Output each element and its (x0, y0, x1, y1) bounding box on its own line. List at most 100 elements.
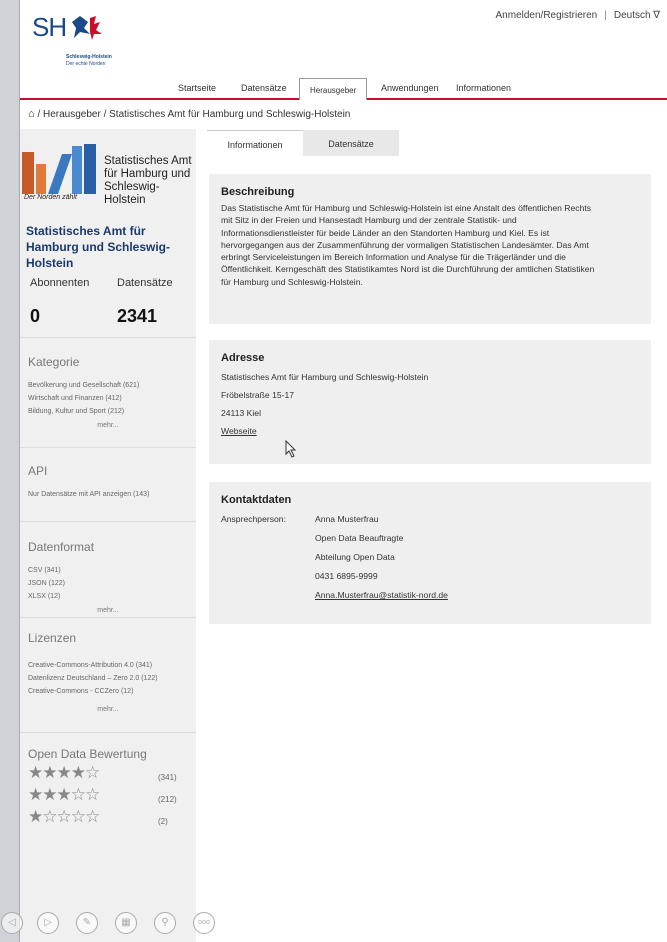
nav-datensaetze[interactable]: Datensätze (241, 83, 287, 93)
text-line: hervorgegangen aus der Zusammenführung d… (221, 239, 589, 250)
logo-letters: SH (32, 12, 67, 42)
org-logo-text-line: Statistisches Amt (104, 155, 192, 167)
star-rating-1: ★☆☆☆☆ (28, 807, 100, 826)
org-logo: Statistisches Amt für Hamburg und Schles… (20, 129, 196, 209)
filter-item[interactable]: Wirtschaft und Finanzen (412) (28, 392, 188, 405)
contact-phone: 0431 6895-9999 (315, 571, 378, 581)
nav-startseite[interactable]: Startseite (178, 83, 216, 93)
nav-anwendungen[interactable]: Anwendungen (381, 83, 439, 93)
filter-title: API (28, 464, 48, 478)
address-line: Fröbelstraße 15-17 (221, 390, 295, 400)
org-logo-text: Statistisches Amt für Hamburg und Schles… (104, 155, 196, 207)
breadcrumb: ⌂ / Herausgeber / Statistisches Amt für … (28, 108, 350, 120)
filter-item[interactable]: Creative-Commons-Attribution 4.0 (341) (28, 659, 188, 672)
zoom-icon[interactable]: ⚲ (154, 912, 176, 934)
rating-row[interactable]: ★☆☆☆☆ (2) (28, 807, 188, 829)
more-icon[interactable]: ooo (193, 912, 215, 934)
filter-kategorie: Kategorie Bevölkerung und Gesellschaft (… (20, 338, 196, 448)
org-logo-tagline: Der Norden zählt (24, 194, 77, 201)
address-line: 24113 Kiel (221, 408, 261, 418)
rating-count: (2) (158, 817, 168, 826)
rating-row[interactable]: ★★★☆☆ (212) (28, 785, 188, 807)
filter-title: Datenformat (28, 540, 95, 554)
contact-email-link[interactable]: Anna.Musterfrau@statistik-nord.de (315, 586, 448, 605)
back-icon[interactable]: ◁ (1, 912, 23, 934)
datasets-label: Datensätze (117, 277, 173, 289)
filter-title: Lizenzen (28, 631, 77, 645)
grid-icon[interactable]: ▦ (115, 912, 137, 934)
contact-department: Abteilung Open Data (315, 552, 395, 562)
language-select[interactable]: Deutsch ∇ (614, 10, 660, 21)
text-line: Informationsdienstleister für beide Länd… (221, 227, 550, 238)
filter-item[interactable]: JSON (122) (28, 577, 188, 590)
filter-item[interactable]: Bevölkerung und Gesellschaft (621) (28, 379, 188, 392)
nav-informationen[interactable]: Informationen (456, 83, 511, 93)
sidebar: Statistisches Amt für Hamburg und Schles… (20, 129, 196, 942)
org-logo-text-line: Schleswig-Holstein (104, 181, 160, 206)
description-text: Das Statistische Amt für Hamburg und Sch… (221, 202, 639, 288)
adresse-panel: Adresse Statistisches Amt für Hamburg un… (209, 340, 651, 464)
org-name: Statistisches Amt für Hamburg und Schles… (26, 224, 171, 270)
contact-label: Ansprechperson: (221, 514, 286, 524)
more-link[interactable]: mehr... (28, 607, 188, 614)
filter-lizenzen: Lizenzen Creative-Commons-Attribution 4.… (20, 618, 196, 733)
org-logo-text-line: für Hamburg und (104, 168, 191, 180)
website-link[interactable]: Webseite (221, 422, 639, 440)
kontakt-panel: Kontaktdaten Ansprechperson: Anna Muster… (209, 482, 651, 624)
contact-details: Anna Musterfrau Open Data Beauftragte Ab… (315, 510, 448, 605)
filter-rating: Open Data Bewertung ★★★★☆ (341) ★★★☆☆ (2… (20, 733, 196, 837)
contact-name: Anna Musterfrau (315, 514, 379, 524)
section-title: Kontaktdaten (221, 494, 292, 506)
beschreibung-panel: Beschreibung Das Statistische Amt für Ha… (209, 174, 651, 324)
forward-icon[interactable]: ▷ (37, 912, 59, 934)
filter-item[interactable]: Datenlizenz Deutschland – Zero 2.0 (122) (28, 672, 188, 685)
rating-count: (341) (158, 773, 177, 782)
top-links: Anmelden/Registrieren | Deutsch ∇ (496, 10, 660, 21)
home-icon[interactable]: ⌂ (28, 108, 35, 120)
text-line: mit Sitz in der Freien und Hansestadt Ha… (221, 215, 517, 226)
filter-datenformat: Datenformat CSV (341) JSON (122) XLSX (1… (20, 522, 196, 618)
main-nav: Startseite Datensätze Herausgeber Anwend… (20, 78, 667, 100)
section-title: Adresse (221, 352, 265, 364)
crest-icon (72, 16, 102, 40)
logo-line1: Schleswig-Holstein (66, 54, 112, 60)
browser-page: SH Schleswig-Holstein Der echte Norden A… (19, 0, 667, 942)
rating-row[interactable]: ★★★★☆ (341) (28, 763, 188, 785)
org-stats: Abonnenten Datensätze 0 2341 (20, 264, 196, 338)
mouse-cursor-icon (285, 440, 297, 458)
filter-title: Kategorie (28, 355, 80, 369)
section-title: Beschreibung (221, 186, 295, 198)
logo-line2: Der echte Norden (66, 61, 106, 67)
more-link[interactable]: mehr... (28, 422, 188, 429)
tab-informationen[interactable]: Informationen (207, 130, 303, 156)
more-link[interactable]: mehr... (28, 706, 188, 713)
address-line: Statistisches Amt für Hamburg und Schles… (221, 372, 429, 382)
text-line: Das Statistische Amt für Hamburg und Sch… (221, 203, 592, 213)
sh-logo[interactable]: SH Schleswig-Holstein Der echte Norden (32, 10, 192, 70)
subscribers-count: 0 (30, 306, 41, 326)
pen-icon[interactable]: ✎ (76, 912, 98, 934)
filter-item[interactable]: XLSX (12) (28, 590, 188, 603)
login-link[interactable]: Anmelden/Registrieren (496, 10, 598, 21)
text-line: erbringt Serviceleistungen im Bereich In… (221, 252, 566, 263)
org-logo-graphic (22, 144, 96, 194)
filter-api: API Nur Datensätze mit API anzeigen (143… (20, 448, 196, 522)
contact-role: Open Data Beauftragte (315, 533, 404, 543)
link-separator: | (604, 10, 607, 21)
tab-datensaetze[interactable]: Datensätze (303, 130, 399, 156)
filter-title: Open Data Bewertung (28, 747, 147, 761)
text-line: für Hamburg und Schleswig-Holstein. (221, 276, 363, 287)
filter-item[interactable]: Bildung, Kultur und Sport (212) (28, 405, 188, 418)
filter-item[interactable]: CSV (341) (28, 564, 188, 577)
breadcrumb-text[interactable]: / Herausgeber / Statistisches Amt für Ha… (37, 109, 350, 120)
text-line: Öffentlichkeit. Kerngeschäft des Statist… (221, 264, 595, 275)
filter-item[interactable]: Creative-Commons - CCZero (12) (28, 685, 188, 698)
filter-item[interactable]: Nur Datensätze mit API anzeigen (143) (28, 488, 188, 501)
subscribers-label: Abonnenten (30, 277, 90, 289)
rating-count: (212) (158, 795, 177, 804)
nav-herausgeber[interactable]: Herausgeber (299, 78, 368, 100)
contact-block: Ansprechperson: Anna Musterfrau Open Dat… (221, 510, 639, 620)
star-rating-4: ★★★★☆ (28, 763, 100, 782)
star-rating-3: ★★★☆☆ (28, 785, 100, 804)
site-header: SH Schleswig-Holstein Der echte Norden A… (20, 0, 667, 78)
